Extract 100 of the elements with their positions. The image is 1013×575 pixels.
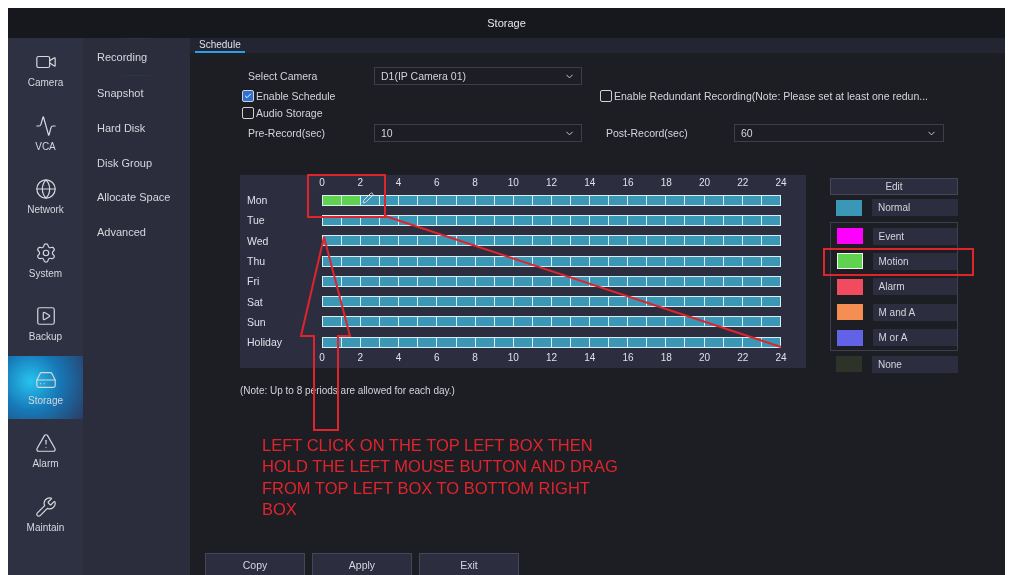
hour-cell[interactable] xyxy=(551,195,571,205)
hour-cell[interactable] xyxy=(418,276,438,286)
hour-cell[interactable] xyxy=(532,297,552,307)
hour-cell[interactable] xyxy=(571,276,591,286)
hour-cell[interactable] xyxy=(666,256,686,266)
hour-cell[interactable] xyxy=(342,337,362,347)
hour-cell[interactable] xyxy=(666,276,686,286)
hour-cell[interactable] xyxy=(761,297,780,307)
hour-cell[interactable] xyxy=(437,236,457,246)
edit-button[interactable]: Edit xyxy=(830,178,958,195)
hour-cell[interactable] xyxy=(418,337,438,347)
hour-cell[interactable] xyxy=(323,215,343,225)
hour-cell[interactable] xyxy=(761,337,780,347)
hour-cell[interactable] xyxy=(723,215,743,225)
footer-button[interactable]: Copy xyxy=(205,553,305,575)
hour-cell[interactable] xyxy=(380,337,400,347)
hour-cell[interactable] xyxy=(437,276,457,286)
hour-cell[interactable] xyxy=(532,195,552,205)
hour-cell[interactable] xyxy=(551,317,571,327)
hour-cell[interactable] xyxy=(494,297,514,307)
hour-cell[interactable] xyxy=(380,236,400,246)
hour-cell[interactable] xyxy=(685,276,705,286)
hour-cell[interactable] xyxy=(532,337,552,347)
hour-cell[interactable] xyxy=(475,276,495,286)
hour-cell[interactable] xyxy=(647,337,667,347)
hour-cell[interactable] xyxy=(551,276,571,286)
hour-cell[interactable] xyxy=(723,256,743,266)
hour-cell[interactable] xyxy=(742,297,762,307)
hour-cell[interactable] xyxy=(590,337,610,347)
hour-cell[interactable] xyxy=(571,337,591,347)
day-schedule-bar[interactable] xyxy=(322,336,781,348)
hour-cell[interactable] xyxy=(361,337,381,347)
nav-item[interactable]: Backup xyxy=(8,292,83,356)
hour-cell[interactable] xyxy=(666,317,686,327)
checkbox[interactable] xyxy=(242,90,254,102)
hour-cell[interactable] xyxy=(590,195,610,205)
hour-cell[interactable] xyxy=(380,195,400,205)
hour-cell[interactable] xyxy=(456,195,476,205)
hour-cell[interactable] xyxy=(418,195,438,205)
hour-cell[interactable] xyxy=(666,337,686,347)
hour-cell[interactable] xyxy=(342,215,362,225)
nav-item[interactable]: VCA xyxy=(8,101,83,165)
hour-cell[interactable] xyxy=(590,256,610,266)
hour-cell[interactable] xyxy=(437,195,457,205)
hour-cell[interactable] xyxy=(475,195,495,205)
hour-cell[interactable] xyxy=(704,195,724,205)
hour-cell[interactable] xyxy=(513,236,533,246)
hour-cell[interactable] xyxy=(418,236,438,246)
hour-cell[interactable] xyxy=(494,256,514,266)
hour-cell[interactable] xyxy=(609,195,629,205)
hour-cell[interactable] xyxy=(456,256,476,266)
hour-cell[interactable] xyxy=(437,256,457,266)
hour-cell[interactable] xyxy=(723,297,743,307)
hour-cell[interactable] xyxy=(761,317,780,327)
hour-cell[interactable] xyxy=(532,256,552,266)
tab[interactable]: Schedule xyxy=(195,38,245,53)
hour-cell[interactable] xyxy=(647,195,667,205)
hour-cell[interactable] xyxy=(761,195,780,205)
mode-option[interactable]: Event xyxy=(831,223,957,249)
hour-cell[interactable] xyxy=(628,195,648,205)
hour-cell[interactable] xyxy=(704,215,724,225)
hour-cell[interactable] xyxy=(704,337,724,347)
hour-cell[interactable] xyxy=(494,215,514,225)
hour-cell[interactable] xyxy=(475,297,495,307)
hour-cell[interactable] xyxy=(571,297,591,307)
nav-item[interactable]: Camera xyxy=(8,38,83,102)
hour-cell[interactable] xyxy=(666,297,686,307)
hour-cell[interactable] xyxy=(742,236,762,246)
hour-cell[interactable] xyxy=(494,317,514,327)
submenu-item[interactable]: Advanced xyxy=(83,213,190,250)
hour-cell[interactable] xyxy=(761,236,780,246)
hour-cell[interactable] xyxy=(742,215,762,225)
hour-cell[interactable] xyxy=(513,317,533,327)
hour-cell[interactable] xyxy=(571,317,591,327)
hour-cell[interactable] xyxy=(437,297,457,307)
hour-cell[interactable] xyxy=(380,297,400,307)
post-record-select[interactable]: 60 xyxy=(734,124,944,142)
hour-cell[interactable] xyxy=(628,236,648,246)
hour-cell[interactable] xyxy=(628,297,648,307)
hour-cell[interactable] xyxy=(647,276,667,286)
day-schedule-bar[interactable] xyxy=(322,316,781,328)
pre-record-select[interactable]: 10 xyxy=(374,124,582,142)
hour-cell[interactable] xyxy=(761,215,780,225)
day-schedule-bar[interactable] xyxy=(322,235,781,247)
hour-cell[interactable] xyxy=(532,236,552,246)
hour-cell[interactable] xyxy=(475,337,495,347)
hour-cell[interactable] xyxy=(685,256,705,266)
footer-button[interactable]: Exit xyxy=(419,553,519,575)
nav-item[interactable]: Alarm xyxy=(8,419,83,483)
hour-cell[interactable] xyxy=(456,297,476,307)
hour-cell[interactable] xyxy=(456,337,476,347)
hour-cell[interactable] xyxy=(399,215,419,225)
hour-cell[interactable] xyxy=(532,317,552,327)
hour-cell[interactable] xyxy=(323,337,343,347)
hour-cell[interactable] xyxy=(380,256,400,266)
mode-option[interactable]: M or A xyxy=(831,324,957,351)
hour-cell[interactable] xyxy=(323,236,343,246)
submenu-item[interactable]: Snapshot xyxy=(83,75,190,112)
hour-cell[interactable] xyxy=(380,276,400,286)
hour-cell[interactable] xyxy=(380,317,400,327)
